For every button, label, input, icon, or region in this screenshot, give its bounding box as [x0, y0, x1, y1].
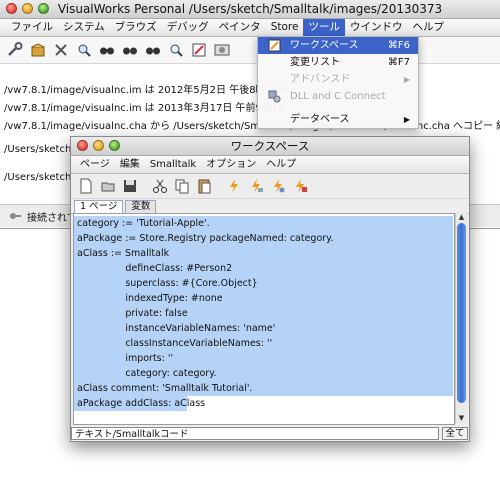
paste-icon[interactable] — [195, 178, 212, 195]
transcript-line: /vw7.8.1/image/visualnc.im は 2012年5月2日 午… — [4, 85, 289, 96]
code-editor[interactable]: category := 'Tutorial-Apple'. aPackage :… — [73, 213, 455, 425]
text-mode-field: テキスト/Smalltalkコード — [71, 427, 439, 440]
find-method-icon[interactable] — [144, 42, 161, 59]
menu-item-advanced[interactable]: アドバンスド ▶ — [258, 71, 418, 88]
minimize-window-button[interactable] — [93, 140, 104, 151]
tab-page-1[interactable]: 1 ページ — [74, 200, 124, 213]
save-icon[interactable] — [121, 178, 138, 195]
menu-painter[interactable]: ペインタ — [214, 19, 266, 36]
workspace-window: ワークスペース ページ 編集 Smalltalk オプション ヘルプ 1 ページ… — [70, 136, 470, 442]
menu-store[interactable]: Store — [266, 19, 304, 36]
menu-smalltalk[interactable]: Smalltalk — [145, 156, 201, 173]
scroll-up-arrow-icon[interactable]: ▲ — [456, 213, 467, 222]
inspect-it-icon[interactable] — [269, 178, 286, 195]
tools-menu-dropdown: ワークスペース ⌘F6 変更リスト ⌘F7 アドバンスド ▶ DLL and C… — [257, 36, 419, 129]
zoom-window-button[interactable] — [38, 3, 49, 14]
editor-scrollbar[interactable]: ▲ ▼ — [455, 213, 468, 423]
workspace-toolbar — [71, 174, 469, 199]
transcript-line: /Users/sketch/ — [4, 144, 75, 155]
workspace-icon[interactable] — [190, 42, 207, 59]
workspace-titlebar[interactable]: ワークスペース — [71, 137, 469, 156]
menu-options[interactable]: オプション — [201, 156, 261, 173]
references-icon[interactable] — [167, 42, 184, 59]
menu-file[interactable]: ファイル — [6, 19, 58, 36]
cut-icon[interactable] — [151, 178, 168, 195]
menu-page[interactable]: ページ — [75, 156, 115, 173]
menu-item-database[interactable]: データベース ▶ — [258, 111, 418, 128]
transcript-line: /Users/sketch/ — [4, 172, 75, 183]
tab-variables[interactable]: 変数 — [125, 200, 157, 213]
code-line: superclass: #{Core.Object} — [74, 276, 453, 291]
all-button[interactable]: 全て — [442, 427, 468, 440]
connection-icon — [6, 208, 23, 225]
inspect-icon[interactable] — [75, 42, 92, 59]
code-line: private: false — [74, 306, 453, 321]
code-line: imports: '' — [74, 351, 453, 366]
code-line: aClass comment: 'Smalltalk Tutorial'. — [74, 381, 453, 396]
submenu-arrow-icon: ▶ — [403, 115, 410, 124]
launcher-toolbar — [0, 37, 500, 64]
menu-debug[interactable]: デバッグ — [162, 19, 214, 36]
minimize-window-button[interactable] — [22, 3, 33, 14]
menu-item-workspace[interactable]: ワークスペース ⌘F6 — [258, 37, 418, 54]
transcript-line: /vw7.8.1/image/visualnc.im は 2013年3月17日 … — [4, 103, 285, 114]
menu-window[interactable]: ウインドウ — [345, 19, 408, 36]
code-line: instanceVariableNames: 'name' — [74, 321, 453, 336]
workspace-icon — [268, 39, 281, 52]
open-icon[interactable] — [99, 178, 116, 195]
package-icon[interactable] — [29, 42, 46, 59]
code-line: indexedType: #none — [74, 291, 453, 306]
workspace-title: ワークスペース — [230, 139, 310, 153]
menu-help[interactable]: ヘルプ — [261, 156, 301, 173]
scrollbar-thumb[interactable] — [457, 223, 466, 403]
menu-item-dll-c-connect[interactable]: DLL and C Connect — [258, 88, 418, 105]
page-tabs: 1 ページ 変数 — [71, 199, 469, 214]
menu-help[interactable]: ヘルプ — [407, 19, 449, 36]
code-line: aClass := Smalltalk — [74, 246, 453, 261]
scroll-down-arrow-icon[interactable]: ▼ — [456, 414, 467, 423]
print-it-icon[interactable] — [247, 178, 264, 195]
code-line: aPackage := Store.Registry packageNamed:… — [74, 231, 453, 246]
code-line: category := 'Tutorial-Apple'. — [74, 216, 453, 231]
workspace-menubar: ページ 編集 Smalltalk オプション ヘルプ — [71, 156, 469, 174]
close-window-button[interactable] — [77, 140, 88, 151]
do-it-icon[interactable] — [225, 178, 242, 195]
launcher-menubar: ファイル システム ブラウズ デバッグ ペインタ Store ツール ウインドウ… — [0, 19, 500, 37]
copy-icon[interactable] — [173, 178, 190, 195]
submenu-arrow-icon: ▶ — [403, 75, 410, 84]
menu-browse[interactable]: ブラウズ — [110, 19, 162, 36]
menu-system[interactable]: システム — [58, 19, 110, 36]
launcher-titlebar[interactable]: VisualWorks Personal /Users/sketch/Small… — [0, 0, 500, 19]
new-page-icon[interactable] — [77, 178, 94, 195]
menu-edit[interactable]: 編集 — [115, 156, 145, 173]
code-line: aPackage addClass: aClass — [74, 396, 205, 411]
workspace-statusbar: テキスト/Smalltalkコード 全て — [71, 427, 469, 441]
menu-item-change-list[interactable]: 変更リスト ⌘F7 — [258, 54, 418, 71]
close-window-button[interactable] — [6, 3, 17, 14]
code-line: classInstanceVariableNames: '' — [74, 336, 453, 351]
dll-connect-icon — [268, 90, 281, 103]
find-class-icon[interactable] — [121, 42, 138, 59]
image-icon[interactable] — [213, 42, 230, 59]
menu-tools[interactable]: ツール — [303, 19, 345, 36]
tools-icon[interactable] — [52, 42, 69, 59]
zoom-window-button[interactable] — [109, 140, 120, 151]
code-line: defineClass: #Person2 — [74, 261, 453, 276]
transcript-line: /vw7.8.1/image/visualnc.cha から /Users/sk… — [4, 121, 500, 132]
debug-it-icon[interactable] — [291, 178, 308, 195]
code-line: category: category. — [74, 366, 453, 381]
binoculars-icon[interactable] — [98, 42, 115, 59]
launcher-title: VisualWorks Personal /Users/sketch/Small… — [57, 2, 443, 16]
wrench-icon[interactable] — [6, 42, 23, 59]
